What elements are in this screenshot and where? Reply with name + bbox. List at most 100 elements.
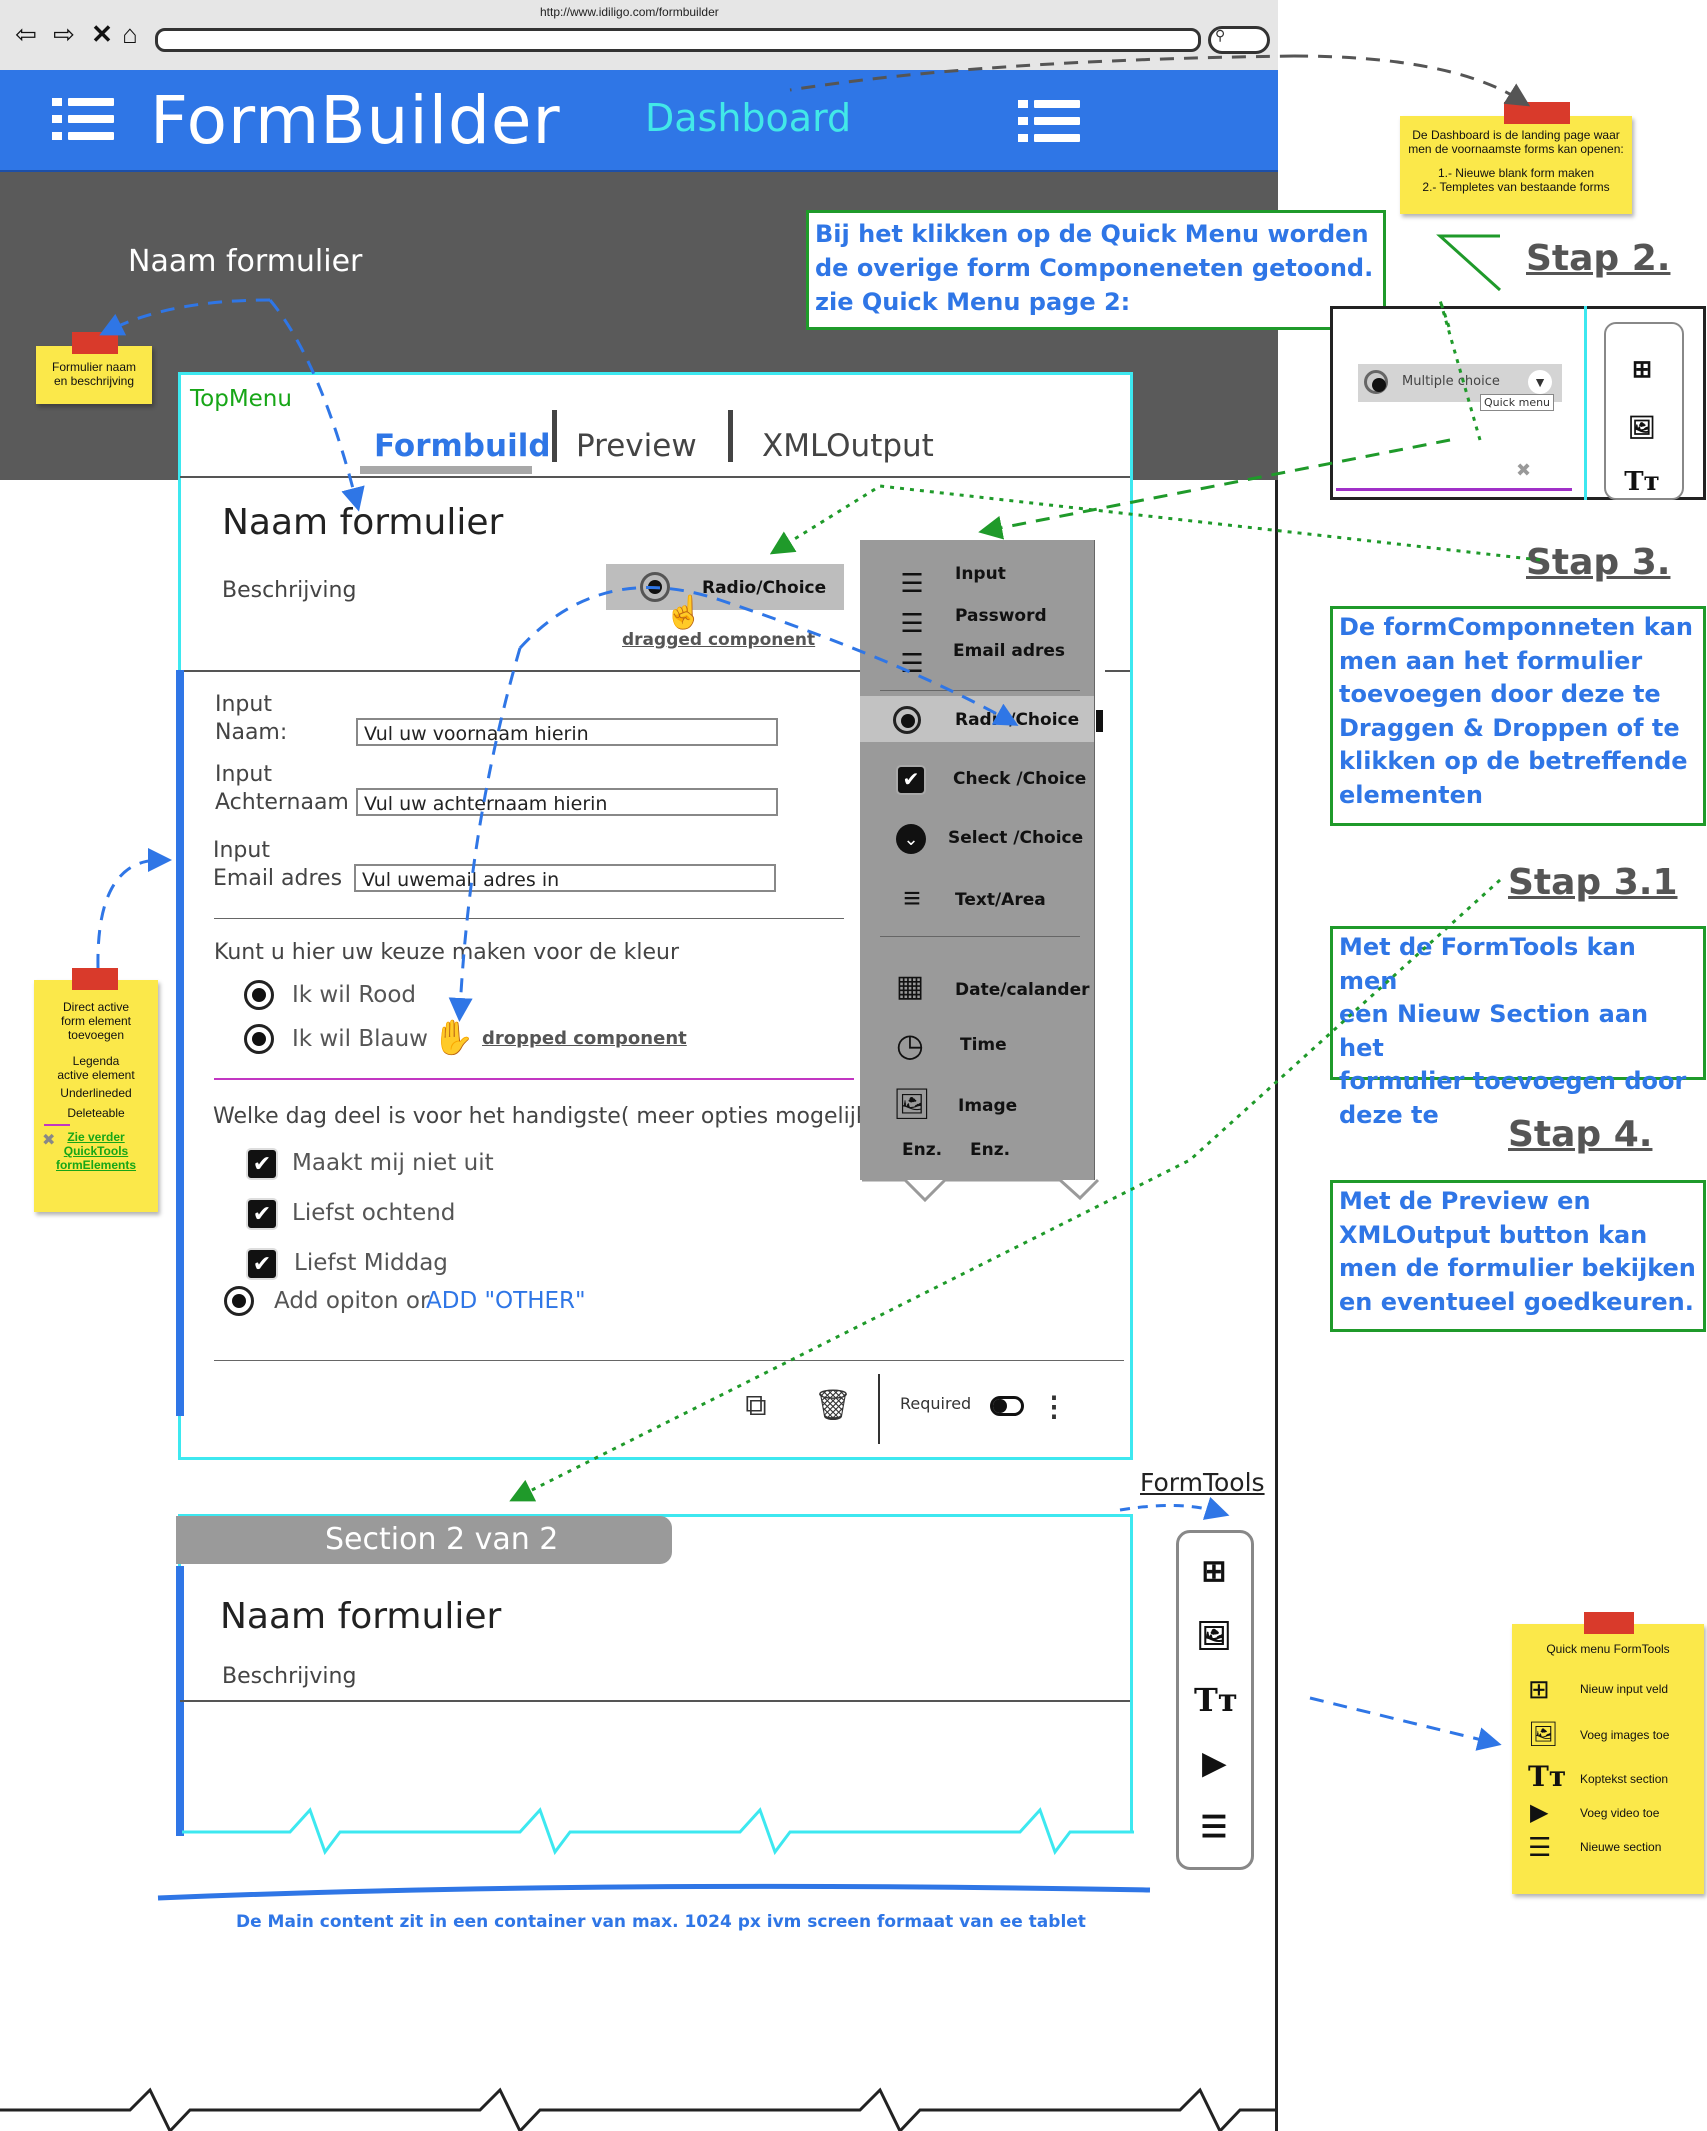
scroll-thumb[interactable] xyxy=(1096,710,1103,732)
add-title-icon[interactable]: Tт xyxy=(1194,1680,1238,1720)
checkbox-checked[interactable]: ✔ xyxy=(246,1248,278,1280)
menu-icon[interactable] xyxy=(52,96,114,142)
radio-icon xyxy=(1364,370,1388,394)
dragged-component[interactable]: Radio/Choice xyxy=(606,564,844,610)
tape xyxy=(72,968,118,990)
email-input[interactable]: Vul uwemail adres in xyxy=(354,864,776,892)
field-label: Achternaam xyxy=(215,790,349,815)
chevron-down-icon: ▼ xyxy=(1528,370,1552,394)
tab-preview[interactable]: Preview xyxy=(576,428,697,464)
mini-underline xyxy=(1336,488,1572,491)
qm-item-time[interactable]: Time xyxy=(960,1035,1007,1055)
add-option-label[interactable]: Add opiton or xyxy=(274,1288,429,1314)
dashboard-link[interactable]: Dashboard xyxy=(645,96,851,140)
annotation-line: men de formulier bekijken xyxy=(1339,1254,1696,1282)
mini-formtools: ⊞ 🖼 Tт xyxy=(1604,322,1684,500)
duplicate-icon[interactable]: ⧉ xyxy=(738,1388,774,1424)
add-field-icon: ⊞ xyxy=(1631,356,1653,383)
stap31-annotation: Met de FormTools kan men een Nieuw Secti… xyxy=(1330,926,1706,1129)
firstname-input[interactable]: Vul uw voornaam hierin xyxy=(356,718,778,746)
annotation-line: zie Quick Menu page 2: xyxy=(815,288,1131,316)
hand-cursor-icon: ☝ xyxy=(664,594,704,630)
section2-description[interactable]: Beschrijving xyxy=(222,1664,356,1689)
note-line: Nieuwe section xyxy=(1580,1840,1662,1854)
radio-question[interactable]: Kunt u hier uw keuze maken voor de kleur xyxy=(214,940,679,965)
annotation-line: toevoegen door deze te xyxy=(1339,680,1661,708)
home-icon[interactable]: ⌂ xyxy=(116,20,144,48)
tab-divider xyxy=(552,410,557,462)
add-image-icon[interactable]: 🖼 xyxy=(1194,1616,1234,1656)
image-icon: 🖼 xyxy=(1528,1721,1559,1748)
qm-item-password[interactable]: Password xyxy=(955,606,1047,626)
note-line: Underlineded xyxy=(60,1086,132,1100)
underline-sample xyxy=(44,1124,70,1126)
qm-item-check[interactable]: Check /Choice xyxy=(953,769,1086,789)
stap3-annotation: De formComponneten kan men aan het formu… xyxy=(1330,606,1706,826)
qm-item-radio[interactable]: Radio/Choice xyxy=(955,710,1079,730)
qm-item-select[interactable]: Select /Choice xyxy=(948,828,1083,848)
add-video-icon[interactable]: ▶ xyxy=(1194,1744,1234,1784)
note-line: toevoegen xyxy=(67,1028,125,1042)
field-label: Naam: xyxy=(215,720,288,745)
lastname-input[interactable]: Vul uw achternaam hierin xyxy=(356,788,778,816)
qm-item-email[interactable]: Email adres xyxy=(953,641,1065,661)
note-line: 2.- Templetes van bestaande forms xyxy=(1422,180,1610,194)
qm-divider xyxy=(880,690,1080,691)
field-label: Input xyxy=(215,762,272,787)
more-options-icon[interactable]: ⋮ xyxy=(1040,1390,1068,1424)
calendar-icon: ▦ xyxy=(895,970,925,1003)
toggle-knob xyxy=(993,1399,1007,1413)
add-field-icon[interactable]: ⊞ xyxy=(1194,1552,1234,1592)
required-toggle[interactable] xyxy=(990,1396,1024,1416)
checkbox-question[interactable]: Welke dag deel is voor het handigste( me… xyxy=(213,1104,877,1129)
back-icon[interactable]: ⇦ xyxy=(12,20,40,48)
textarea-icon: ≡ xyxy=(903,882,921,915)
qm-more: Enz. xyxy=(902,1140,943,1160)
annotation-line: Met de FormTools kan men xyxy=(1339,933,1636,995)
section2-title[interactable]: Naam formulier xyxy=(220,1596,501,1637)
qm-item-textarea[interactable]: Text/Area xyxy=(955,890,1046,910)
qm-more: Enz. xyxy=(970,1140,1011,1160)
radio-button[interactable] xyxy=(244,1024,274,1054)
form-title[interactable]: Naam formulier xyxy=(222,502,503,543)
qm-item-image[interactable]: Image xyxy=(958,1096,1017,1116)
image-icon: 🖼 xyxy=(1628,415,1656,440)
mini-tooltip: Quick menu xyxy=(1480,394,1555,411)
field-label: Input xyxy=(215,692,272,717)
forward-icon[interactable]: ⇨ xyxy=(50,20,78,48)
address-bar[interactable] xyxy=(155,28,1201,52)
add-other-link[interactable]: ADD "OTHER" xyxy=(426,1288,586,1314)
annotation-line: XMLOutput button kan xyxy=(1339,1220,1648,1249)
delete-icon[interactable]: 🗑 xyxy=(814,1388,852,1424)
checkbox-checked[interactable]: ✔ xyxy=(246,1198,278,1230)
list-menu-icon[interactable] xyxy=(1018,98,1080,144)
form-description[interactable]: Beschrijving xyxy=(222,578,356,603)
annotation-line: de overige form Componeneten getoond. xyxy=(815,254,1374,282)
search-input[interactable]: ⚲ xyxy=(1208,26,1270,54)
checkbox-option-label: Liefst Middag xyxy=(294,1250,448,1276)
qm-item-input[interactable]: Input xyxy=(955,564,1006,584)
dropped-caption: dropped component xyxy=(482,1028,687,1049)
quick-menu-scrollbar[interactable] xyxy=(1094,540,1105,1180)
stap2-heading: Stap 2. xyxy=(1526,238,1671,279)
title-icon: Tт xyxy=(1528,1760,1567,1793)
note-line: Nieuw input veld xyxy=(1580,1682,1669,1696)
checkbox-option-label: Liefst ochtend xyxy=(292,1200,456,1226)
stap3-heading: Stap 3. xyxy=(1526,542,1671,583)
browser-chrome: ⇦ ⇨ ✕ ⌂ http://www.idiligo.com/formbuild… xyxy=(0,0,1278,72)
stap31-heading: Stap 3.1 xyxy=(1508,862,1678,903)
tab-bar-divider xyxy=(180,476,1130,478)
stap4-annotation: Met de Preview en XMLOutput button kan m… xyxy=(1330,1180,1706,1332)
radio-option-label: Ik wil Blauw xyxy=(292,1026,428,1052)
checkbox-checked[interactable]: ✔ xyxy=(246,1148,278,1180)
qm-item-date[interactable]: Date/calander xyxy=(955,980,1089,1000)
annotation-line: men aan het formulier xyxy=(1339,646,1643,675)
close-icon[interactable]: ✕ xyxy=(88,20,116,48)
radio-button[interactable] xyxy=(244,980,274,1010)
add-section-icon[interactable]: ☰ xyxy=(1194,1808,1234,1848)
tab-xmloutput[interactable]: XMLOutput xyxy=(762,428,934,464)
tape xyxy=(1504,102,1570,124)
tab-formbuild[interactable]: Formbuild xyxy=(374,428,551,464)
note-link[interactable]: formElements xyxy=(34,1158,158,1172)
email-icon: ☰ xyxy=(900,648,924,678)
